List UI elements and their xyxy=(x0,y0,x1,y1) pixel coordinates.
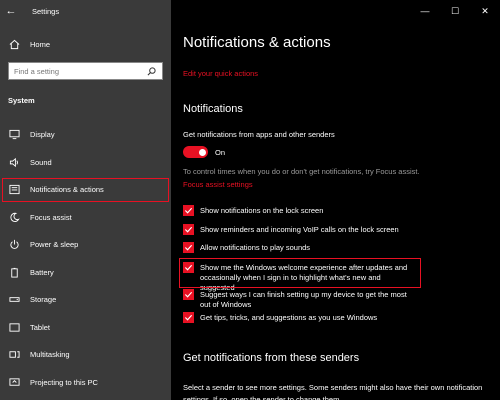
close-button[interactable]: ✕ xyxy=(470,0,500,22)
focus-assist-text: To control times when you do or don't ge… xyxy=(183,167,420,176)
close-icon: ✕ xyxy=(481,5,489,16)
checkbox-label: Show notifications on the lock screen xyxy=(200,205,324,215)
sidebar-item-label: Battery xyxy=(30,267,54,277)
checkbox-row-lock-screen[interactable]: Show notifications on the lock screen xyxy=(183,205,323,216)
maximize-button[interactable]: ☐ xyxy=(440,0,470,22)
sidebar-nav: Display Sound Notifications & actions Fo… xyxy=(0,121,171,396)
checkbox[interactable] xyxy=(183,262,194,273)
notifications-toggle[interactable] xyxy=(183,146,208,158)
checkbox-label: Get tips, tricks, and suggestions as you… xyxy=(200,312,378,322)
display-icon xyxy=(8,129,20,141)
sidebar-item-storage[interactable]: Storage xyxy=(0,286,171,314)
checkmark-icon xyxy=(184,291,193,298)
checkbox-label: Allow notifications to play sounds xyxy=(200,242,311,252)
multitasking-icon xyxy=(8,349,20,361)
notifications-icon xyxy=(8,184,20,196)
notifications-toggle-row: On xyxy=(183,146,225,158)
maximize-icon: ☐ xyxy=(450,5,460,16)
storage-icon xyxy=(8,294,20,306)
sidebar-section-heading: System xyxy=(8,96,35,105)
moon-icon xyxy=(8,211,20,223)
checkbox-row-suggest-setup[interactable]: Suggest ways I can finish setting up my … xyxy=(183,289,418,310)
toggle-state-label: On xyxy=(215,147,226,157)
sidebar-item-label: Projecting to this PC xyxy=(30,377,98,387)
checkbox-label: Show me the Windows welcome experience a… xyxy=(200,262,408,292)
notifications-heading: Notifications xyxy=(183,103,243,115)
battery-icon xyxy=(8,266,20,278)
search-field[interactable] xyxy=(8,62,163,80)
sidebar: ← Settings Home System Display xyxy=(0,0,171,400)
window-controls: — ☐ ✕ xyxy=(410,0,500,22)
sidebar-item-sound[interactable]: Sound xyxy=(0,149,171,177)
checkmark-icon xyxy=(184,314,193,321)
app-title: Settings xyxy=(32,6,60,16)
checkbox-row-reminders-voip[interactable]: Show reminders and incoming VoIP calls o… xyxy=(183,224,399,235)
home-icon xyxy=(8,38,20,50)
sidebar-item-label: Home xyxy=(30,39,51,49)
sidebar-item-label: Focus assist xyxy=(30,212,72,222)
sidebar-item-power-sleep[interactable]: Power & sleep xyxy=(0,231,171,259)
sidebar-item-tablet[interactable]: Tablet xyxy=(0,314,171,342)
sidebar-item-notifications[interactable]: Notifications & actions xyxy=(0,176,171,204)
sidebar-item-display[interactable]: Display xyxy=(0,121,171,149)
checkmark-icon xyxy=(184,226,193,233)
toggle-knob xyxy=(198,148,206,156)
edit-quick-actions-link[interactable]: Edit your quick actions xyxy=(183,69,258,78)
checkbox[interactable] xyxy=(183,224,194,235)
back-arrow-icon: ← xyxy=(5,5,17,17)
tablet-icon xyxy=(8,321,20,333)
sidebar-item-label: Multitasking xyxy=(30,350,70,360)
sound-icon xyxy=(8,156,20,168)
sidebar-item-label: Power & sleep xyxy=(30,240,79,250)
sidebar-item-battery[interactable]: Battery xyxy=(0,259,171,287)
senders-description: Select a sender to see more settings. So… xyxy=(183,383,483,400)
minimize-icon: — xyxy=(420,6,430,16)
senders-heading: Get notifications from these senders xyxy=(183,352,360,364)
checkmark-icon xyxy=(184,207,193,214)
main-content: — ☐ ✕ Notifications & actions Edit your … xyxy=(171,0,500,400)
checkbox-row-tips[interactable]: Get tips, tricks, and suggestions as you… xyxy=(183,312,377,323)
checkbox[interactable] xyxy=(183,242,194,253)
sidebar-item-multitasking[interactable]: Multitasking xyxy=(0,341,171,369)
minimize-button[interactable]: — xyxy=(410,0,440,22)
search-input[interactable] xyxy=(14,66,144,76)
checkbox[interactable] xyxy=(183,205,194,216)
get-notifications-label: Get notifications from apps and other se… xyxy=(183,130,335,139)
focus-assist-settings-link[interactable]: Focus assist settings xyxy=(183,180,253,189)
page-title: Notifications & actions xyxy=(183,34,331,51)
checkbox-label: Suggest ways I can finish setting up my … xyxy=(200,289,407,309)
checkmark-icon xyxy=(184,244,193,251)
sidebar-item-focus-assist[interactable]: Focus assist xyxy=(0,204,171,232)
sidebar-item-label: Notifications & actions xyxy=(30,185,104,195)
sidebar-item-label: Tablet xyxy=(30,322,51,332)
power-icon xyxy=(8,239,20,251)
settings-window: ← Settings Home System Display xyxy=(0,0,500,400)
search-icon[interactable] xyxy=(146,66,157,77)
title-bar: ← Settings xyxy=(0,0,171,22)
checkmark-icon xyxy=(184,264,193,271)
sidebar-item-label: Storage xyxy=(30,295,57,305)
sidebar-item-label: Display xyxy=(30,130,55,140)
checkbox-row-welcome-experience[interactable]: Show me the Windows welcome experience a… xyxy=(183,262,413,293)
checkbox-label: Show reminders and incoming VoIP calls o… xyxy=(200,224,399,234)
checkbox-row-play-sounds[interactable]: Allow notifications to play sounds xyxy=(183,242,310,253)
projecting-icon xyxy=(8,376,20,388)
sidebar-item-label: Sound xyxy=(30,157,52,167)
sidebar-item-projecting[interactable]: Projecting to this PC xyxy=(0,369,171,397)
checkbox[interactable] xyxy=(183,289,194,300)
sidebar-item-home[interactable]: Home xyxy=(0,35,171,53)
back-button[interactable]: ← xyxy=(0,0,22,22)
checkbox[interactable] xyxy=(183,312,194,323)
